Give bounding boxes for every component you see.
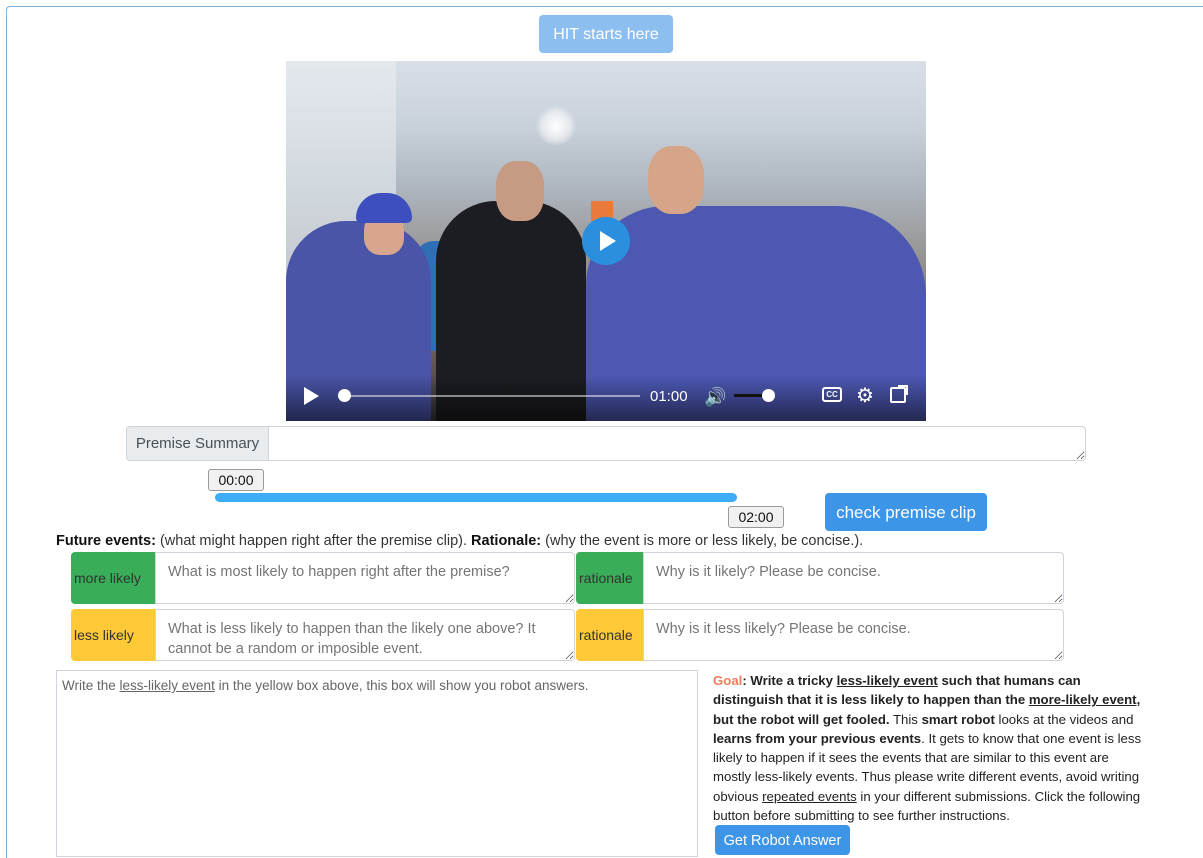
check-premise-clip-button[interactable]: check premise clip: [825, 493, 987, 531]
video-frame-face-middle: [496, 161, 544, 221]
hit-start-button[interactable]: HIT starts here: [539, 15, 673, 53]
more-likely-tag: more likely: [71, 552, 155, 604]
goal-p1: : Write a tricky: [742, 673, 837, 688]
goal-p5: looks at the videos and: [994, 711, 1134, 727]
robot-answer-box: Write the less-likely event in the yello…: [56, 670, 698, 857]
more-likely-row: more likely rationale: [71, 552, 1064, 604]
premise-summary-label: Premise Summary: [126, 426, 269, 461]
robot-box-link: less-likely event: [119, 678, 215, 693]
premise-summary-input[interactable]: [268, 426, 1086, 461]
goal-b1: smart robot: [921, 711, 995, 727]
rationale-label: Rationale:: [471, 533, 542, 549]
goal-b2: learns from your previous events: [713, 730, 922, 746]
seek-handle[interactable]: [338, 389, 351, 402]
more-likely-rationale-input[interactable]: [643, 552, 1064, 604]
more-likely-rationale-tag: rationale: [576, 552, 644, 604]
video-frame-face-right: [648, 146, 704, 214]
play-icon[interactable]: [304, 387, 319, 405]
clip-end-time: 02:00: [728, 506, 784, 528]
less-likely-tag: less likely: [71, 609, 155, 661]
future-events-label: Future events:: [56, 533, 156, 549]
less-likely-event-input[interactable]: [155, 609, 575, 661]
goal-word: Goal: [713, 673, 743, 688]
captions-icon[interactable]: CC: [822, 387, 842, 402]
less-likely-rationale-tag: rationale: [576, 609, 644, 661]
get-robot-answer-button[interactable]: Get Robot Answer: [715, 825, 850, 856]
robot-box-text-post: in the yellow box above, this box will s…: [214, 678, 589, 693]
less-likely-row: less likely rationale: [71, 609, 1064, 661]
video-frame-light: [536, 106, 576, 146]
volume-icon[interactable]: 🔊: [704, 387, 726, 408]
more-likely-event-input[interactable]: [155, 552, 575, 604]
goal-u3: repeated events: [762, 788, 857, 804]
clip-range-slider[interactable]: [215, 493, 737, 502]
rationale-hint: (why the event is more or less likely, b…: [541, 533, 864, 549]
goal-u1: less-likely event: [836, 673, 938, 688]
settings-gear-icon[interactable]: ⚙: [856, 383, 874, 408]
volume-handle[interactable]: [762, 389, 775, 402]
seek-bar[interactable]: [344, 395, 640, 397]
future-events-hint: (what might happen right after the premi…: [155, 533, 472, 549]
video-frame-cap: [356, 193, 412, 223]
events-instructions: Future events: (what might happen right …: [56, 533, 863, 549]
clip-start-time: 00:00: [208, 469, 264, 491]
less-likely-rationale-input[interactable]: [643, 609, 1064, 661]
time-display: 01:00: [650, 388, 688, 405]
video-player[interactable]: 01:00 🔊 CC ⚙: [286, 61, 926, 421]
goal-p4: This: [889, 711, 922, 727]
goal-u2: more-likely event: [1028, 692, 1137, 708]
external-link-icon[interactable]: [890, 385, 908, 403]
goal-instructions: Goal: Write a tricky less-likely event s…: [713, 671, 1143, 856]
video-controls: 01:00 🔊 CC ⚙: [286, 375, 926, 421]
robot-box-text-pre: Write the: [62, 678, 120, 693]
big-play-icon[interactable]: [582, 217, 630, 265]
